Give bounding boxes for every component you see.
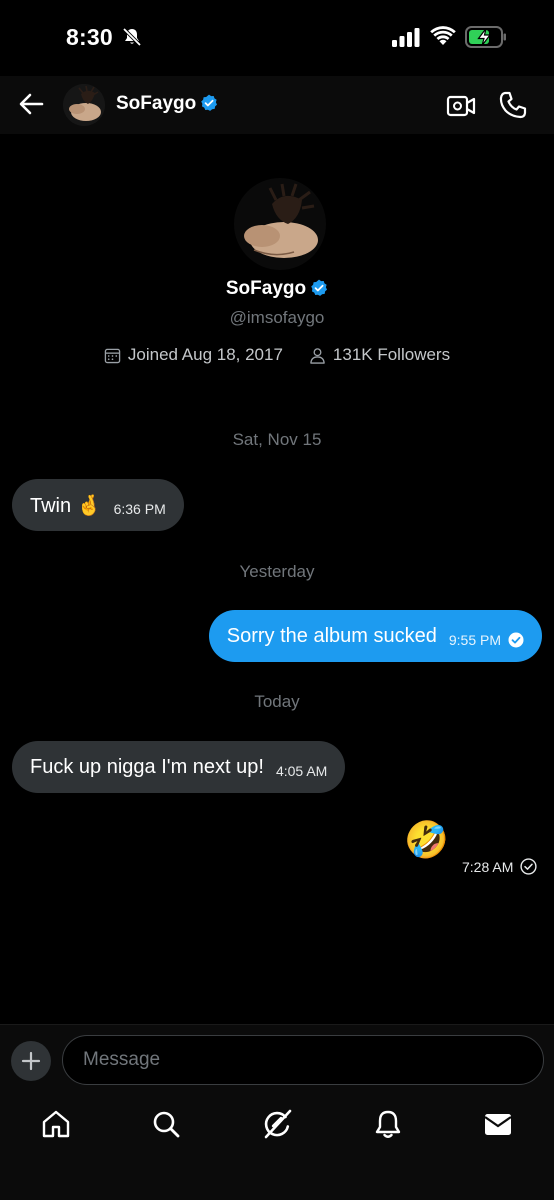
- message-composer: [0, 1024, 554, 1096]
- nav-home[interactable]: [40, 1108, 72, 1140]
- messages-icon: [484, 1114, 512, 1135]
- profile-name[interactable]: SoFaygo: [0, 278, 554, 300]
- date-separator: Today: [254, 692, 300, 711]
- home-icon: [42, 1110, 70, 1138]
- grok-icon: [264, 1109, 292, 1139]
- status-bar: 8:30: [0, 0, 554, 76]
- followers-count[interactable]: 131K Followers: [309, 345, 450, 365]
- battery-charging-icon: [465, 26, 506, 48]
- bell-off-icon: [122, 27, 142, 47]
- notifications-icon: [375, 1110, 401, 1138]
- person-icon: [310, 347, 325, 364]
- header-avatar[interactable]: [63, 84, 105, 126]
- conversation-header: SoFaygo: [0, 76, 554, 134]
- sent-check-icon: [520, 858, 537, 875]
- message-time: 6:36 PM: [113, 501, 166, 517]
- nav-grok[interactable]: [261, 1108, 293, 1140]
- followers-text: 131K Followers: [332, 345, 451, 364]
- cellular-signal-icon: [392, 28, 420, 47]
- seen-check-icon: [508, 632, 524, 648]
- add-attachment-button[interactable]: [11, 1041, 51, 1081]
- message-text: Fuck up nigga I'm next up!: [30, 755, 264, 778]
- status-time: 8:30: [66, 24, 113, 50]
- emoji-message[interactable]: 🤣: [404, 822, 449, 858]
- wifi-icon: [430, 26, 456, 45]
- bottom-nav: [0, 1096, 554, 1200]
- calendar-icon: [104, 348, 121, 363]
- plus-icon: [21, 1051, 41, 1071]
- message-time: 4:05 AM: [275, 763, 328, 779]
- header-name[interactable]: SoFaygo: [116, 93, 218, 115]
- message-time: 9:55 PM: [448, 632, 501, 648]
- header-name-text: SoFaygo: [116, 93, 197, 114]
- message-text: Sorry the album sucked: [226, 624, 437, 647]
- profile-handle[interactable]: @imsofaygo: [0, 308, 554, 328]
- message-text: Twin 🤞: [30, 494, 102, 517]
- message-time: 7:28 AM: [462, 858, 514, 875]
- received-message[interactable]: Twin 🤞 6:36 PM: [12, 479, 184, 531]
- profile-avatar[interactable]: [234, 178, 326, 270]
- profile-photo-icon: [234, 178, 326, 270]
- nav-notifications[interactable]: [372, 1108, 404, 1140]
- back-arrow-icon[interactable]: [16, 88, 48, 120]
- emoji-message-meta: 7:28 AM: [462, 858, 537, 875]
- verified-badge-icon: [311, 279, 328, 296]
- profile-photo-icon: [63, 84, 105, 126]
- sent-message[interactable]: Sorry the album sucked 9:55 PM: [208, 610, 542, 662]
- nav-messages[interactable]: [482, 1108, 514, 1140]
- video-call-icon[interactable]: [445, 90, 477, 122]
- nav-search[interactable]: [150, 1108, 182, 1140]
- profile-name-text: SoFaygo: [225, 278, 307, 299]
- received-message[interactable]: Fuck up nigga I'm next up! 4:05 AM: [12, 741, 346, 793]
- joined-date: Joined Aug 18, 2017: [104, 345, 283, 365]
- date-separator: Sat, Nov 15: [232, 430, 322, 449]
- joined-date-text: Joined Aug 18, 2017: [127, 345, 283, 364]
- profile-meta: Joined Aug 18, 2017 131K Followers: [0, 345, 554, 365]
- date-separator: Yesterday: [239, 562, 315, 581]
- message-input[interactable]: [62, 1035, 544, 1085]
- phone-call-icon[interactable]: [497, 89, 529, 121]
- search-icon: [153, 1111, 180, 1138]
- verified-badge-icon: [201, 94, 218, 111]
